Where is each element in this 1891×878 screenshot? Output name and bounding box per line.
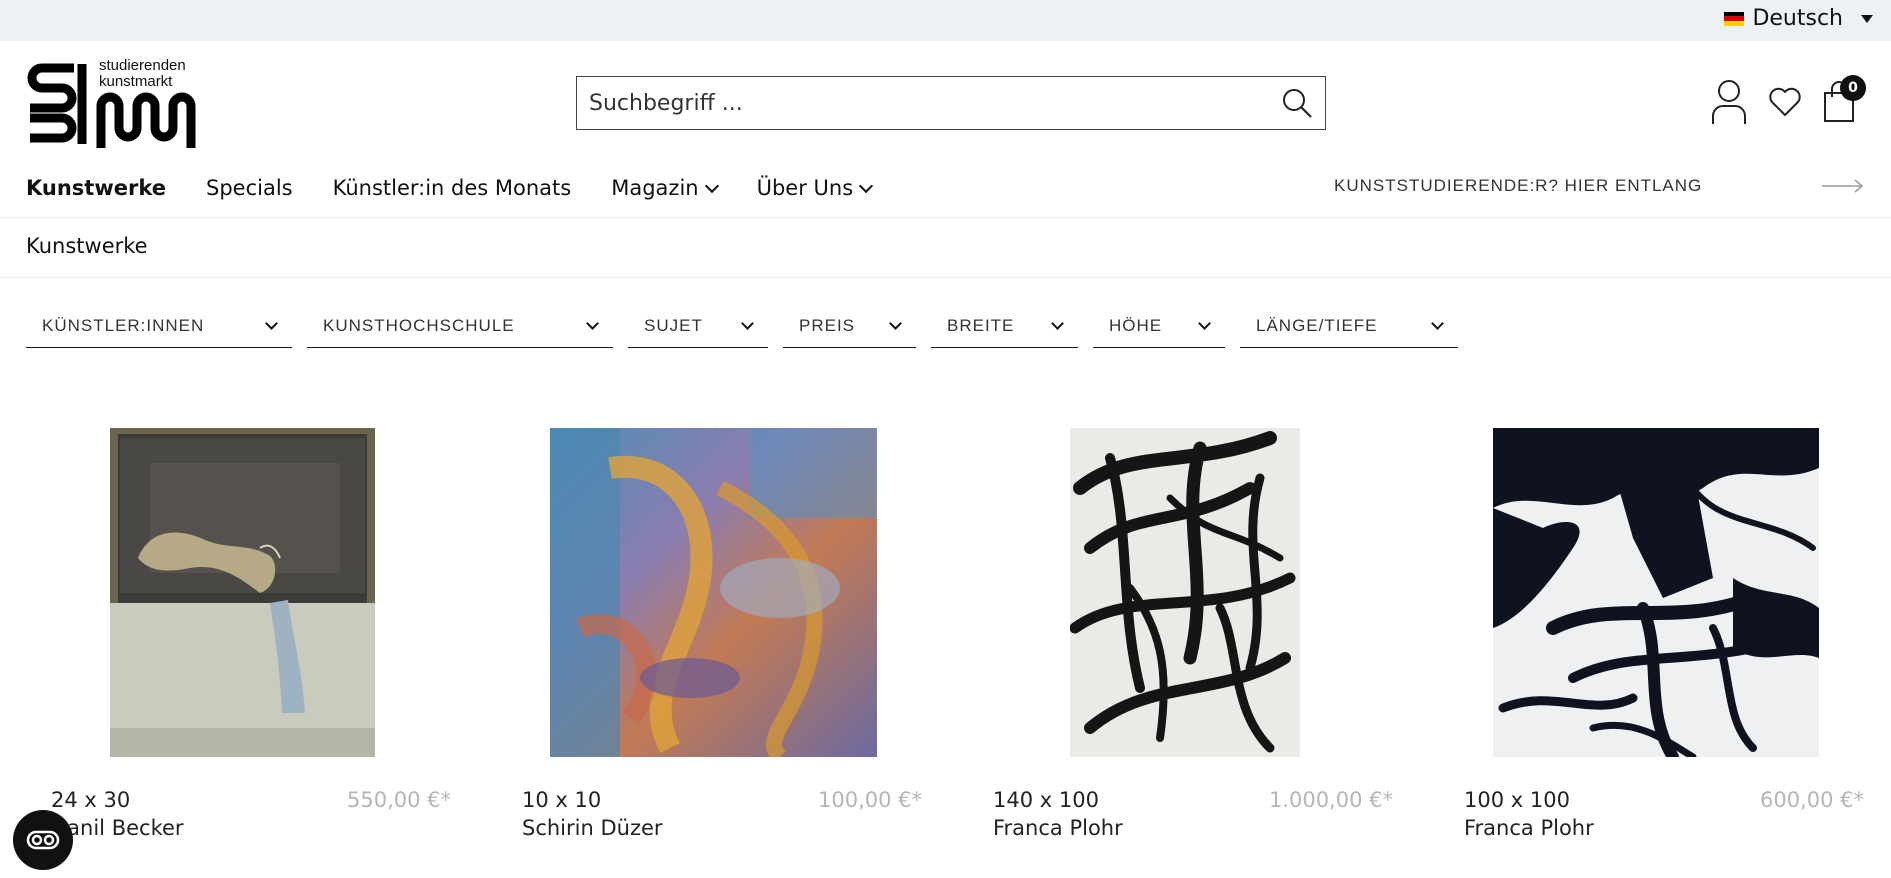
nav-item-kunstwerke[interactable]: Kunstwerke	[26, 176, 166, 200]
filter-label: KÜNSTLER:INNEN	[42, 315, 205, 335]
caret-down-icon	[1861, 14, 1873, 23]
nav-item-label: Magazin	[611, 176, 699, 200]
cart-count-badge: 0	[1840, 75, 1866, 101]
nav-item-label: Künstler:in des Monats	[332, 176, 572, 200]
nav-item-label: Über Uns	[756, 176, 854, 200]
filter-breite[interactable]: BREITE	[931, 304, 1078, 348]
product-price: 550,00 €*	[346, 788, 451, 812]
chevron-down-icon	[889, 317, 902, 330]
filter-label: PREIS	[799, 315, 856, 335]
logo-text-line2: kunstmarkt	[99, 73, 173, 90]
arrow-right-icon	[1822, 179, 1864, 193]
artwork-image[interactable]	[110, 428, 375, 757]
nav-item-kuenstlerin-des-monats[interactable]: Künstler:in des Monats	[333, 176, 572, 200]
promo-arrow-button[interactable]	[1822, 178, 1864, 197]
cookie-settings-button[interactable]	[13, 810, 73, 870]
product-price: 100,00 €*	[817, 788, 922, 812]
cookie-settings-icon	[26, 830, 60, 850]
divider	[0, 217, 1891, 218]
filter-label: LÄNGE/TIEFE	[1256, 315, 1378, 335]
product-price: 1.000,00 €*	[1268, 788, 1393, 812]
chevron-down-icon	[1198, 317, 1211, 330]
product-size: 140 x 100	[993, 788, 1099, 812]
artwork-image[interactable]	[1493, 428, 1819, 757]
filter-preis[interactable]: PREIS	[783, 304, 916, 348]
nav-item-ueber-uns[interactable]: Über Uns	[756, 176, 874, 200]
student-promo-link[interactable]: KUNSTSTUDIERENDE:R? HIER ENTLANG	[1334, 176, 1702, 196]
artwork-image[interactable]	[550, 428, 877, 757]
wishlist-button[interactable]	[1768, 87, 1802, 117]
heart-icon	[1769, 87, 1801, 116]
chevron-down-icon	[1051, 317, 1064, 330]
chevron-down-icon	[859, 178, 874, 194]
search-button[interactable]	[1269, 77, 1325, 129]
product-price: 600,00 €*	[1759, 788, 1864, 812]
product-artist[interactable]: Schirin Düzer	[522, 816, 663, 840]
search-bar	[576, 76, 1326, 130]
divider	[0, 277, 1891, 278]
search-icon	[1283, 89, 1312, 118]
filter-label: KUNSTHOCHSCHULE	[323, 315, 515, 335]
search-input[interactable]	[577, 77, 1269, 129]
filter-kunsthochschule[interactable]: KUNSTHOCHSCHULE	[307, 304, 613, 348]
logo-text-line1: studierenden	[99, 57, 186, 74]
filter-kuenstlerinnen[interactable]: KÜNSTLER:INNEN	[26, 304, 292, 348]
nav-item-label: Specials	[206, 176, 293, 200]
filter-label: SUJET	[644, 315, 703, 335]
site-logo[interactable]: studierenden kunstmarkt	[26, 58, 206, 150]
language-selector[interactable]: Deutsch	[1724, 6, 1873, 31]
breadcrumb[interactable]: Kunstwerke	[26, 234, 148, 258]
chevron-down-icon	[704, 178, 719, 194]
product-artist[interactable]: Franca Plohr	[1464, 816, 1594, 840]
logo-text: studierenden kunstmarkt	[99, 58, 186, 90]
chevron-down-icon	[265, 317, 278, 330]
filter-bar: KÜNSTLER:INNEN KUNSTHOCHSCHULE SUJET PRE…	[26, 304, 1458, 348]
nav-item-specials[interactable]: Specials	[206, 176, 293, 200]
filter-label: HÖHE	[1109, 315, 1163, 335]
filter-sujet[interactable]: SUJET	[628, 304, 768, 348]
account-button[interactable]	[1710, 78, 1748, 126]
nav-item-magazin[interactable]: Magazin	[611, 176, 719, 200]
header-icons: 0	[1710, 75, 1866, 126]
language-label: Deutsch	[1752, 6, 1843, 31]
german-flag-icon	[1724, 11, 1745, 26]
filter-label: BREITE	[947, 315, 1015, 335]
chevron-down-icon	[1431, 317, 1444, 330]
filter-laenge-tiefe[interactable]: LÄNGE/TIEFE	[1240, 304, 1458, 348]
product-artist[interactable]: Franca Plohr	[993, 816, 1123, 840]
filter-hoehe[interactable]: HÖHE	[1093, 304, 1225, 348]
main-navigation: Kunstwerke Specials Künstler:in des Mona…	[26, 176, 874, 200]
top-bar: Deutsch	[0, 0, 1891, 41]
product-size: 24 x 30	[51, 788, 131, 812]
cart-button[interactable]: 0	[1822, 75, 1866, 123]
user-icon	[1712, 80, 1746, 124]
nav-item-label: Kunstwerke	[26, 176, 166, 200]
artwork-image[interactable]	[1070, 428, 1300, 757]
product-size: 100 x 100	[1464, 788, 1570, 812]
product-size: 10 x 10	[522, 788, 602, 812]
chevron-down-icon	[586, 317, 599, 330]
chevron-down-icon	[741, 317, 754, 330]
